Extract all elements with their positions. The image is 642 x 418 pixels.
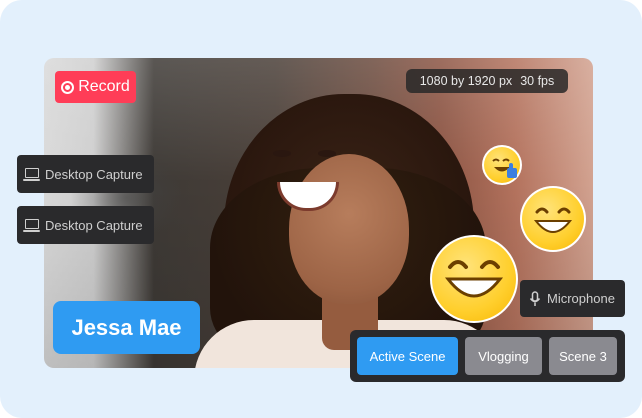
grin-emoji bbox=[522, 188, 584, 250]
resolution-size: 1080 by 1920 px bbox=[419, 74, 513, 88]
record-label: Record bbox=[78, 78, 130, 95]
record-button[interactable]: Record bbox=[55, 71, 136, 103]
record-icon bbox=[61, 80, 75, 94]
scene-button-scene-3[interactable]: Scene 3 bbox=[549, 337, 617, 375]
microphone-source[interactable]: Microphone bbox=[520, 280, 625, 317]
microphone-label: Microphone bbox=[547, 291, 615, 306]
laughing-emoji bbox=[432, 237, 516, 321]
scene-button-vlogging[interactable]: Vlogging bbox=[465, 337, 542, 375]
source-desktop-capture-1[interactable]: Desktop Capture bbox=[17, 155, 154, 193]
laptop-icon bbox=[23, 168, 40, 181]
name-tag: Jessa Mae bbox=[53, 301, 200, 354]
scene-bar: Active Scene Vlogging Scene 3 bbox=[350, 330, 625, 382]
person-face bbox=[289, 154, 409, 304]
source-desktop-capture-2[interactable]: Desktop Capture bbox=[17, 206, 154, 244]
resolution-badge: 1080 by 1920 px 30 fps bbox=[406, 69, 568, 93]
resolution-fps: 30 fps bbox=[520, 74, 555, 88]
laptop-icon bbox=[23, 219, 40, 232]
name-tag-label: Jessa Mae bbox=[71, 314, 182, 340]
scene-button-active[interactable]: Active Scene bbox=[357, 337, 458, 375]
thumbs-up-smile-emoji bbox=[484, 147, 520, 183]
source-label: Desktop Capture bbox=[45, 166, 143, 182]
microphone-icon bbox=[529, 290, 541, 306]
app-card: Record 1080 by 1920 px 30 fps Desktop Ca… bbox=[0, 0, 642, 418]
source-label: Desktop Capture bbox=[45, 217, 143, 233]
